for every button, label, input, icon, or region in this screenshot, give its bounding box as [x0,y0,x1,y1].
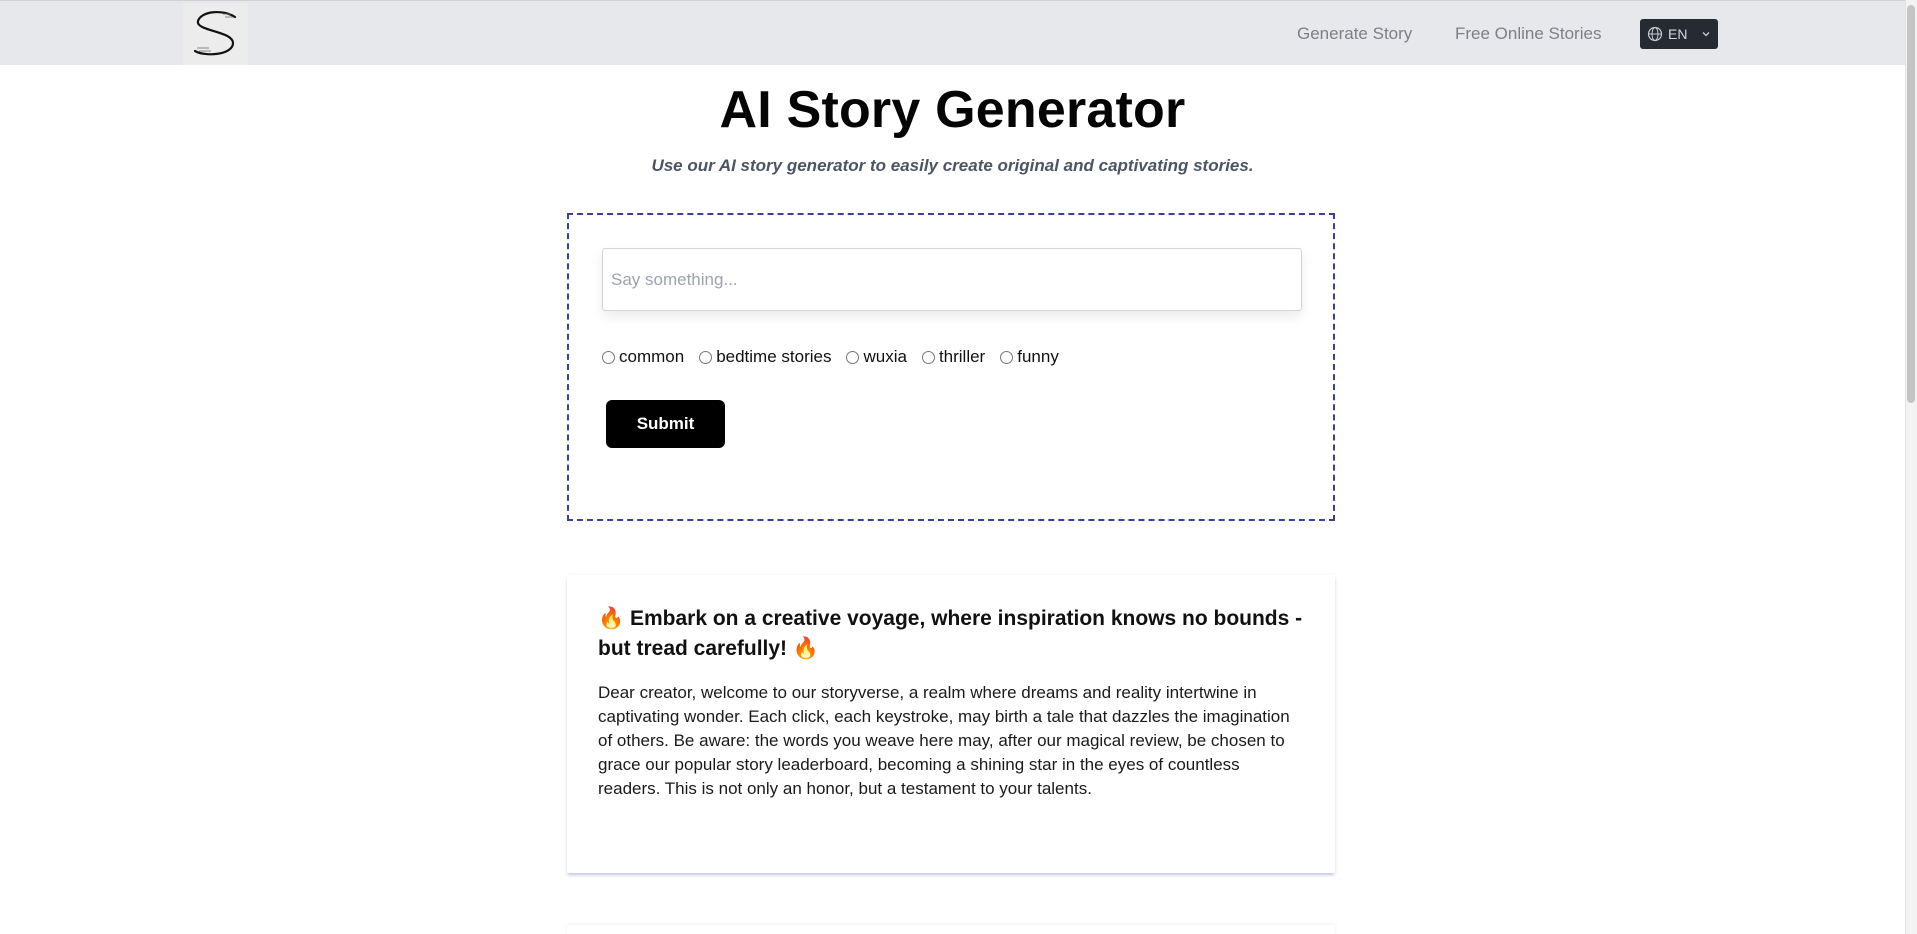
next-section-card [567,925,1335,934]
nav-generate-story[interactable]: Generate Story [1297,24,1412,44]
language-label: EN [1668,26,1688,42]
style-radio-wuxia[interactable] [846,350,860,364]
logo-s-icon [193,11,237,56]
creator-notice-card: 🔥 Embark on a creative voyage, where ins… [567,575,1335,873]
style-radio-funny[interactable] [1000,350,1014,364]
style-option-wuxia[interactable]: wuxia [846,347,907,367]
nav-free-online-stories[interactable]: Free Online Stories [1455,24,1601,44]
page-title: AI Story Generator [719,81,1186,139]
style-label: funny [1017,347,1059,366]
site-logo[interactable] [183,3,248,65]
style-option-funny[interactable]: funny [1000,347,1059,367]
page-subtitle: Use our AI story generator to easily cre… [651,156,1254,175]
notice-title: 🔥 Embark on a creative voyage, where ins… [598,607,1303,660]
style-option-common[interactable]: common [602,347,684,367]
globe-icon [1647,26,1663,42]
notice-body: Dear creator, welcome to our storyverse,… [598,683,1290,798]
style-option-bedtime-stories[interactable]: bedtime stories [699,347,831,367]
style-option-thriller[interactable]: thriller [921,347,986,367]
top-navbar: Generate Story Free Online Stories EN [0,0,1905,65]
style-radio-thriller[interactable] [921,350,935,364]
style-radio-bedtime-stories[interactable] [699,350,713,364]
submit-button[interactable]: Submit [606,400,725,448]
story-form: common bedtime stories wuxia thriller fu… [567,213,1335,521]
language-selector[interactable]: EN [1640,19,1718,49]
style-label: common [619,347,685,366]
style-label: thriller [938,347,986,366]
style-radio-common[interactable] [602,350,615,364]
story-prompt-input[interactable] [602,248,1302,311]
style-label: bedtime stories [716,347,832,366]
style-label: wuxia [863,347,907,366]
chevron-down-icon [1702,32,1710,37]
scrollbar-thumb[interactable] [1907,5,1915,403]
story-style-options: common bedtime stories wuxia thriller fu… [602,347,1074,367]
